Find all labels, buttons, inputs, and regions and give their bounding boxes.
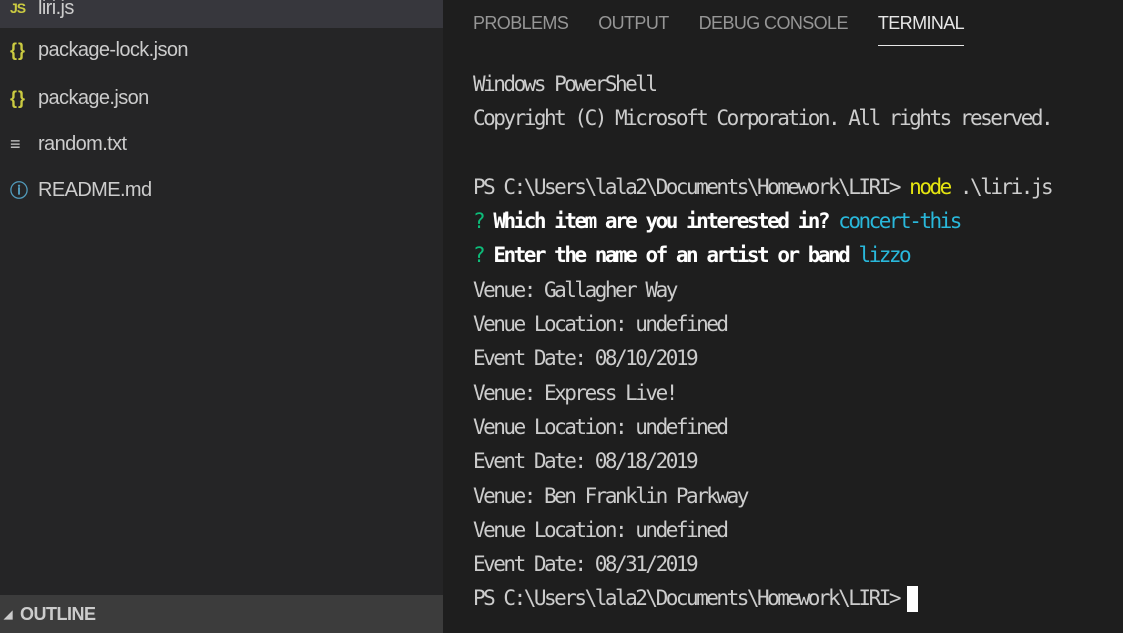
file-item-package-lock-json[interactable]: {} package-lock.json [0, 30, 443, 70]
question-mark-icon: ? [473, 243, 486, 268]
terminal-line: Venue: Gallagher Way [473, 277, 678, 302]
terminal-line: Event Date: 08/10/2019 [473, 346, 699, 371]
collapse-caret-icon: ◢ [4, 608, 12, 621]
tab-debug-console[interactable]: DEBUG CONSOLE [699, 0, 849, 46]
terminal-line: Venue Location: undefined [473, 414, 729, 439]
terminal-line: Event Date: 08/31/2019 [473, 552, 699, 577]
tab-output[interactable]: OUTPUT [598, 0, 669, 46]
terminal-question-line: ? Enter the name of an artist or band li… [473, 238, 1113, 272]
terminal-output[interactable]: Windows PowerShell Copyright (C) Microso… [473, 67, 1113, 616]
file-label: package-lock.json [38, 38, 188, 61]
terminal-line: Venue: Ben Franklin Parkway [473, 483, 749, 508]
terminal-line: Windows PowerShell [473, 72, 658, 96]
terminal-line: Venue Location: undefined [473, 312, 729, 337]
file-label: README.md [38, 178, 152, 201]
terminal-prompt: PS C:\Users\lala2\Documents\Homework\LIR… [473, 586, 902, 611]
terminal-line: Venue Location: undefined [473, 517, 729, 542]
json-file-icon: {} [10, 87, 27, 108]
question-text: Enter the name of an artist or band [493, 243, 851, 268]
file-label: liri.js [38, 0, 74, 19]
file-label: random.txt [38, 132, 127, 155]
command-argument: .\liri.js [959, 174, 1054, 199]
question-answer: lizzo [858, 243, 911, 268]
text-file-icon: ≡ [10, 133, 21, 154]
info-file-icon: ⓘ [10, 181, 28, 201]
terminal-prompt: PS C:\Users\lala2\Documents\Homework\LIR… [473, 174, 902, 199]
file-item-random-txt[interactable]: ≡ random.txt [0, 124, 443, 164]
terminal-cursor [907, 586, 919, 613]
explorer-sidebar: JS liri.js {} package-lock.json {} packa… [0, 0, 443, 633]
json-file-icon: {} [10, 39, 27, 60]
command-name: node [909, 174, 952, 199]
terminal-line: Event Date: 08/18/2019 [473, 449, 699, 474]
file-label: package.json [38, 86, 149, 109]
panel-tabs: PROBLEMS OUTPUT DEBUG CONSOLE TERMINAL [473, 0, 994, 46]
outline-section-header[interactable]: ◢ OUTLINE [0, 595, 443, 633]
bottom-panel: PROBLEMS OUTPUT DEBUG CONSOLE TERMINAL W… [443, 0, 1123, 633]
tab-terminal[interactable]: TERMINAL [877, 0, 965, 46]
terminal-question-line: ? Which item are you interested in? conc… [473, 204, 1113, 238]
terminal-prompt-line: PS C:\Users\lala2\Documents\Homework\LIR… [473, 581, 1113, 615]
file-item-liri-js[interactable]: JS liri.js [0, 0, 443, 28]
question-text: Which item are you interested in? [493, 209, 830, 234]
tab-problems[interactable]: PROBLEMS [473, 0, 569, 46]
terminal-command-line: PS C:\Users\lala2\Documents\Homework\LIR… [473, 170, 1113, 204]
file-item-readme-md[interactable]: ⓘ README.md [0, 170, 443, 210]
javascript-file-icon: JS [10, 0, 26, 16]
file-item-package-json[interactable]: {} package.json [0, 78, 443, 118]
terminal-line: Copyright (C) Microsoft Corporation. All… [473, 106, 1054, 131]
question-mark-icon: ? [473, 209, 486, 234]
outline-label: OUTLINE [19, 603, 96, 624]
question-answer: concert-this [838, 209, 962, 234]
terminal-line: Venue: Express Live! [473, 380, 678, 405]
